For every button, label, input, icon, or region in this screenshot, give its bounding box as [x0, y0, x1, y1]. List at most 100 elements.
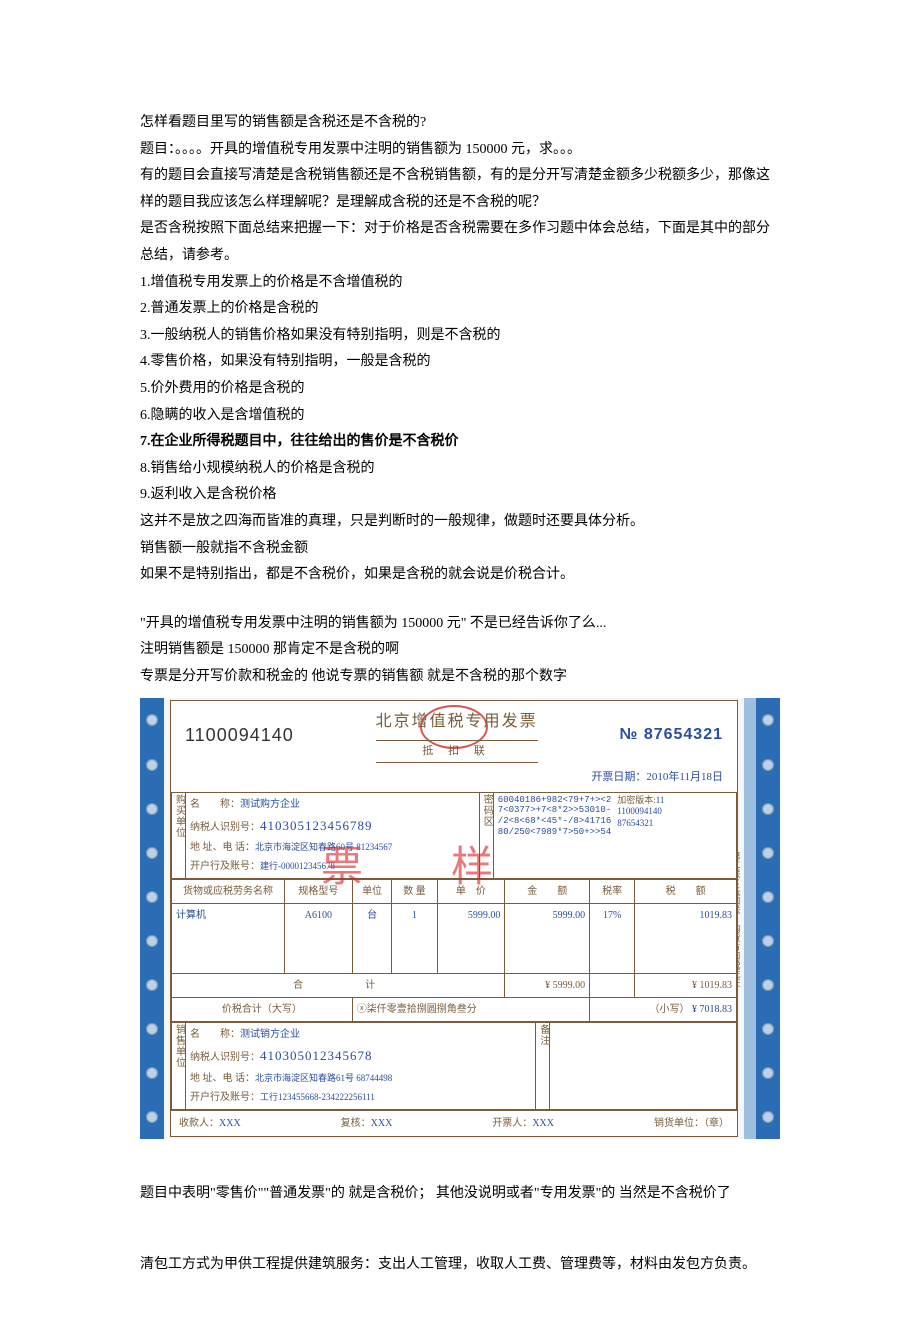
cipher-meta3: 87654321: [617, 818, 653, 828]
item-rate: 17%: [590, 904, 635, 974]
seller-tax-label: 纳税人识别号：: [190, 1052, 260, 1063]
seller-bank: 工行123455668-234222256111: [260, 1092, 375, 1102]
remark-side-label: 备注: [536, 1023, 550, 1110]
seller-tax: 410305012345678: [260, 1048, 373, 1063]
paragraph: 有的题目会直接写清楚是含税销售额还是不含税销售额，有的是分开写清楚金额多少税额多…: [140, 163, 780, 216]
paragraph: 是否含税按照下面总结来把握一下：对于价格是否含税需要在多作习题中体会总结，下面是…: [140, 216, 780, 269]
list-item-5: 5.价外费用的价格是含税的: [140, 376, 780, 403]
perforation-right-inner: [744, 698, 756, 1139]
invoice-body: 1100094140 北京增值税专用发票 抵 扣 联 № 87654321 开票…: [170, 700, 738, 1137]
check-label: 复核：: [341, 1118, 371, 1129]
list-item-8: 8.销售给小规模纳税人的价格是含税的: [140, 456, 780, 483]
cipher-side-label: 密码区: [479, 792, 493, 879]
cipher-meta2: 1100094140: [617, 806, 662, 816]
col-tax: 税 额: [635, 880, 737, 904]
seller-addr: 北京市海淀区知春路61号 68744498: [255, 1073, 392, 1083]
remark-area: [550, 1023, 737, 1110]
sum-label: 价税合计（大写）: [172, 998, 353, 1022]
col-unit: 单位: [352, 880, 392, 904]
perforation-right: [756, 698, 780, 1139]
paragraph: "开具的增值税专用发票中注明的销售额为 150000 元" 不是已经告诉你了么.…: [140, 611, 780, 638]
buyer-name: 测试购方企业: [240, 799, 300, 810]
no-value: 87654321: [644, 726, 723, 743]
no-label: №: [620, 726, 639, 743]
cipher-l1: 60040186+982<79+7+><2: [498, 795, 611, 805]
buyer-name-label: 名 称：: [190, 799, 240, 810]
date-label: 开票日期：: [591, 771, 646, 783]
buyer-addr: 北京市海淀区知春路60号 81234567: [255, 842, 392, 852]
buyer-bank: 建行-000012345678: [260, 861, 335, 871]
sum-cn: ⓧ柒仟零壹拾捌圆捌角叁分: [352, 998, 589, 1022]
buyer-addr-label: 地 址、电 话：: [190, 842, 255, 853]
item-qty: 1: [392, 904, 437, 974]
paragraph: 题目：。。。。开具的增值税专用发票中注明的销售额为 150000 元，求。。。: [140, 137, 780, 164]
cipher-area: 60040186+982<79+7+><2 7<0377>+7<8*2>>530…: [493, 792, 736, 879]
seller-table: 销售单位 名 称：测试销方企业 纳税人识别号：410305012345678 地…: [171, 1022, 737, 1110]
seller-addr-label: 地 址、电 话：: [190, 1073, 255, 1084]
paragraph: 销售额一般就指不含税金额: [140, 536, 780, 563]
seller-name: 测试销方企业: [240, 1029, 300, 1040]
list-item-9: 9.返利收入是含税价格: [140, 482, 780, 509]
item-price: 5999.00: [437, 904, 505, 974]
payee-label: 收款人：: [179, 1118, 219, 1129]
paragraph: 清包工方式为甲供工程提供建筑服务：支出人工管理，收取人工费、管理费等，材料由发包…: [140, 1252, 780, 1279]
invoice-sample: 国税函 [2009] 335 号南京印刷厂 第二联：抵扣联 购货方扣税凭证 11…: [140, 698, 780, 1139]
title-main: 北京增值税专用发票: [376, 713, 538, 730]
col-rate: 税率: [590, 880, 635, 904]
unit-label: 销货单位：（章）: [654, 1114, 729, 1133]
list-item-7-bold: 7.在企业所得税题目中，往往给出的售价是不含税价: [140, 429, 780, 456]
paragraph: 题目中表明"零售价""普通发票"的 就是含税价； 其他没说明或者"专用发票"的 …: [140, 1181, 780, 1208]
issuer: XXX: [532, 1118, 554, 1129]
seller-side-label: 销售单位: [172, 1023, 186, 1110]
buyer-info: 名 称：测试购方企业 纳税人识别号：410305123456789 地 址、电 …: [186, 792, 480, 879]
cipher-meta-label: 加密版本:: [617, 795, 656, 805]
cipher-l4: 80/250<7989*7>50+>>54: [498, 827, 611, 837]
buyer-tax-label: 纳税人识别号：: [190, 822, 260, 833]
buyer-side-label: 购买单位: [172, 792, 186, 879]
paragraph: 怎样看题目里写的销售额是含税还是不含税的?: [140, 110, 780, 137]
paragraph: 如果不是特别指出，都是不含税价，如果是含税的就会说是价税合计。: [140, 562, 780, 589]
issuer-label: 开票人：: [492, 1118, 532, 1129]
total-tax: ¥ 1019.83: [635, 974, 737, 998]
item-model: A6100: [285, 904, 353, 974]
item-name: 计算机: [172, 904, 285, 974]
col-price: 单 价: [437, 880, 505, 904]
sum-small: ¥ 7018.83: [692, 1004, 732, 1015]
check: XXX: [371, 1118, 393, 1129]
list-item-1: 1.增值税专用发票上的价格是不含增值税的: [140, 270, 780, 297]
paragraph: 这并不是放之四海而皆准的真理，只是判断时的一般规律，做题时还要具体分析。: [140, 509, 780, 536]
perforation-left: [140, 698, 164, 1139]
total-label: 合 计: [172, 974, 505, 998]
invoice-footer: 收款人：XXX 复核：XXX 开票人：XXX 销货单位：（章）: [171, 1110, 737, 1136]
col-amount: 金 额: [505, 880, 590, 904]
invoice-date-row: 开票日期：2010年11月18日: [171, 767, 737, 792]
total-amount: ¥ 5999.00: [505, 974, 590, 998]
title-sub: 抵 扣 联: [376, 740, 538, 763]
invoice-number: № 87654321: [620, 720, 723, 750]
items-table: 货物或应税劳务名称 规格型号 单位 数 量 单 价 金 额 税率 税 额 计算机…: [171, 879, 737, 1022]
item-tax: 1019.83: [635, 904, 737, 974]
payee: XXX: [219, 1118, 241, 1129]
list-item-4: 4.零售价格，如果没有特别指明，一般是含税的: [140, 349, 780, 376]
seller-info: 名 称：测试销方企业 纳税人识别号：410305012345678 地 址、电 …: [186, 1023, 536, 1110]
list-item-3: 3.一般纳税人的销售价格如果没有特别指明，则是不含税的: [140, 323, 780, 350]
seller-name-label: 名 称：: [190, 1029, 240, 1040]
paragraph: 注明销售额是 150000 那肯定不是含税的啊: [140, 637, 780, 664]
buyer-cipher-table: 购买单位 名 称：测试购方企业 纳税人识别号：410305123456789 地…: [171, 792, 737, 880]
cipher-l2: 7<0377>+7<8*2>>53010-: [498, 805, 611, 815]
col-qty: 数 量: [392, 880, 437, 904]
col-name: 货物或应税劳务名称: [172, 880, 285, 904]
invoice-title: 北京增值税专用发票 抵 扣 联: [376, 707, 538, 762]
cipher-l3: /2<8<68*<45*-/8>41716: [498, 816, 611, 826]
paragraph: 专票是分开写价款和税金的 他说专票的销售额 就是不含税的那个数字: [140, 664, 780, 691]
seller-bank-label: 开户行及账号：: [190, 1092, 260, 1103]
invoice-code: 1100094140: [185, 718, 294, 752]
buyer-tax: 410305123456789: [260, 818, 373, 833]
list-item-6: 6.隐瞒的收入是含增值税的: [140, 403, 780, 430]
list-item-2: 2.普通发票上的价格是含税的: [140, 296, 780, 323]
cipher-meta1: 11: [656, 795, 665, 805]
date-value: 2010年11月18日: [646, 771, 723, 783]
item-amount: 5999.00: [505, 904, 590, 974]
sum-small-label: （小写）: [650, 1004, 690, 1015]
col-model: 规格型号: [285, 880, 353, 904]
